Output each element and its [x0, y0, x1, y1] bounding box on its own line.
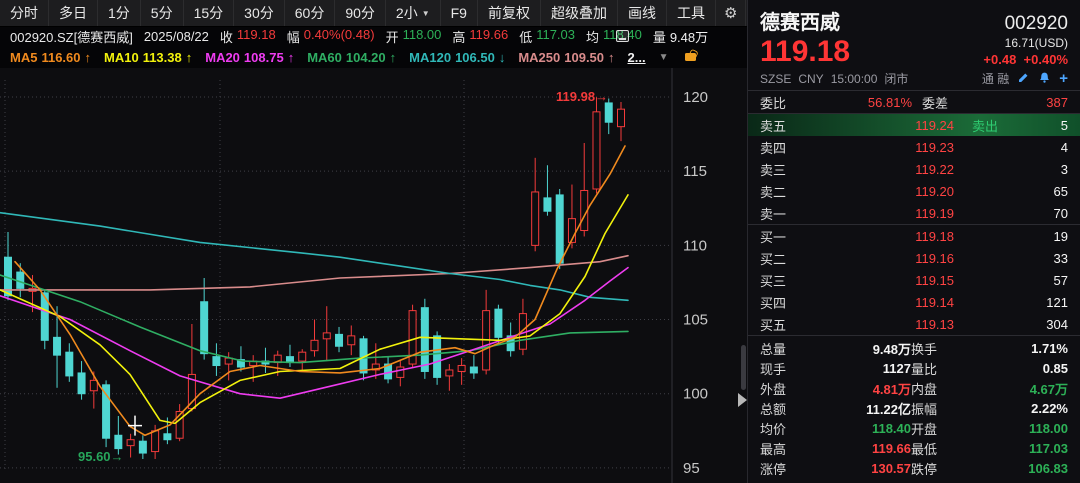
ma-indicator: MA120106.50↓ — [409, 50, 505, 65]
toolbar-button[interactable]: 画线 — [618, 0, 667, 26]
sell-flag: 卖出 — [954, 116, 1016, 135]
arrow-up-icon: ↑ — [288, 50, 295, 65]
toolbar-button[interactable]: 超级叠加 — [541, 0, 618, 26]
bid-row[interactable]: 买四119.14121 — [748, 291, 1080, 313]
ma-indicator: MA60104.20↑ — [307, 50, 396, 65]
bid-row[interactable]: 买三119.1557 — [748, 269, 1080, 291]
add-to-watchlist-button[interactable]: + — [1059, 73, 1068, 85]
period-tab[interactable]: 分时 — [0, 0, 49, 26]
weicha-value: 387 — [960, 95, 1068, 110]
stat-row: 最高119.66最低117.03 — [760, 439, 1068, 458]
chevron-down-icon[interactable]: ▼ — [659, 52, 669, 63]
chevron-down-icon: ▼ — [422, 9, 430, 18]
market-status: 闭市 — [884, 72, 908, 86]
svg-text:95: 95 — [683, 460, 700, 477]
svg-text:110: 110 — [683, 237, 707, 254]
arrow-up-icon: ↑ — [390, 50, 397, 65]
svg-text:115: 115 — [683, 163, 707, 180]
stat-row: 总额11.22亿振幅2.22% — [760, 399, 1068, 418]
quote-fields: 收119.18 幅0.40%(0.48) 开118.00 高119.66 低117.03… — [220, 27, 708, 46]
ask-row[interactable]: 卖二119.2065 — [748, 180, 1080, 202]
bid-levels: 买一119.1819买二119.1633买三119.1557买四119.1412… — [748, 225, 1080, 335]
arrow-up-icon: ↑ — [85, 50, 92, 65]
stock-name: 德赛西威 — [760, 6, 840, 35]
bid-row[interactable]: 买一119.1819 — [748, 225, 1080, 247]
toolbar-button[interactable]: 工具 — [667, 0, 716, 26]
svg-text:105: 105 — [683, 312, 708, 329]
market-meta: SZSECNY15:00:00闭市 — [760, 70, 915, 87]
toolbar-button[interactable]: F9 — [441, 0, 478, 26]
period-tab[interactable]: 15分 — [184, 0, 235, 26]
ma-indicator: MA20108.75↑ — [205, 50, 294, 65]
price-change: +0.48 +0.40% — [983, 52, 1068, 67]
stock-code: 002920 — [1005, 13, 1068, 35]
alert-bell-icon[interactable] — [1038, 71, 1051, 87]
arrow-up-icon: ↑ — [608, 50, 615, 65]
candlestick-chart[interactable]: 120 115 110 105 100 95 119.98→ 95.60→ — [0, 68, 747, 483]
usd-price: 16.71(USD) — [983, 36, 1068, 50]
stats-grid: 总量9.48万换手1.71%现手1127量比0.85外盘4.81万内盘4.67万… — [748, 335, 1080, 483]
order-imbalance-row: 委比 56.81% 委差 387 — [748, 90, 1080, 114]
tag-badges: 通 融 — [982, 70, 1009, 87]
panel-scrollbar[interactable] — [741, 345, 746, 390]
trading-app: 分时多日1分5分15分30分60分90分2小▼F9前复权超级叠加画线工具⚙?> … — [0, 0, 1080, 483]
stat-row: 现手1127量比0.85 — [760, 359, 1068, 378]
unlock-icon[interactable] — [685, 53, 696, 61]
stat-row: 涨停130.57跌停106.83 — [760, 459, 1068, 478]
mouse-cursor-icon — [616, 30, 629, 42]
stat-row: 总量9.48万换手1.71% — [760, 339, 1068, 358]
quote-field: 高119.66 — [452, 27, 508, 46]
quote-field: 收119.18 — [220, 27, 276, 46]
period-tab[interactable]: 1分 — [98, 0, 141, 26]
toolbar-button[interactable]: 前复权 — [478, 0, 541, 26]
arrow-up-icon: ↑ — [186, 50, 193, 65]
ma-indicator: MA10113.38↑ — [104, 50, 192, 65]
period-tab-dropdown[interactable]: 2小▼ — [386, 0, 441, 26]
ma-indicator: MA250109.50↑ — [518, 50, 614, 65]
ma-indicator: MA5116.60↑ — [10, 50, 91, 65]
period-toolbar: 分时多日1分5分15分30分60分90分2小▼F9前复权超级叠加画线工具⚙?> — [0, 0, 747, 27]
svg-text:100: 100 — [683, 386, 708, 403]
ma-indicator-row: MA5116.60↑ MA10113.38↑ MA20108.75↑ MA60104.… — [0, 46, 747, 68]
quote-header: 德赛西威 002920 119.18 16.71(USD) +0.48 +0.4… — [748, 0, 1080, 90]
quote-field: 均118.40 — [586, 27, 642, 46]
weibi-value: 56.81% — [804, 95, 912, 110]
price-annotation: 119.98→ — [556, 89, 608, 104]
stat-row: 外盘4.81万内盘4.67万 — [760, 379, 1068, 398]
last-price: 119.18 — [760, 37, 850, 67]
period-tab[interactable]: 多日 — [49, 0, 98, 26]
quote-field: 幅0.40%(0.48) — [287, 27, 375, 46]
ask-row[interactable]: 卖四119.234 — [748, 136, 1080, 158]
arrow-down-icon: ↓ — [499, 50, 506, 65]
period-tab[interactable]: 5分 — [141, 0, 184, 26]
quote-field: 低117.03 — [519, 27, 575, 46]
edit-icon[interactable] — [1017, 71, 1030, 87]
quote-info-row: 002920.SZ[德赛西威] 2025/08/22 收119.18 幅0.40%… — [0, 27, 747, 46]
symbol-label: 002920.SZ[德赛西威] — [10, 27, 133, 46]
period-tab[interactable]: 60分 — [285, 0, 336, 26]
bid-row[interactable]: 买二119.1633 — [748, 247, 1080, 269]
ask-levels: 卖五119.24卖出5卖四119.234卖三119.223卖二119.2065卖… — [748, 114, 1080, 224]
date-label: 2025/08/22 — [144, 29, 209, 44]
quote-field: 量9.48万 — [653, 27, 708, 46]
period-tab[interactable]: 30分 — [234, 0, 285, 26]
ask-row[interactable]: 卖一119.1970 — [748, 202, 1080, 224]
ask-row[interactable]: 卖五119.24卖出5 — [748, 114, 1080, 136]
ask-row[interactable]: 卖三119.223 — [748, 158, 1080, 180]
quote-field: 开118.00 — [386, 27, 442, 46]
chart-canvas[interactable]: 120 115 110 105 100 95 119.98→ 95.60→ — [0, 68, 747, 483]
stat-row: 均价118.40开盘118.00 — [760, 419, 1068, 438]
quote-panel: 德赛西威 002920 119.18 16.71(USD) +0.48 +0.4… — [747, 0, 1080, 483]
bid-row[interactable]: 买五119.13304 — [748, 313, 1080, 335]
gear-icon[interactable]: ⚙ — [716, 0, 746, 26]
ma-more-button[interactable]: 2... — [628, 50, 646, 65]
chart-pane: 分时多日1分5分15分30分60分90分2小▼F9前复权超级叠加画线工具⚙?> … — [0, 0, 747, 483]
svg-text:120: 120 — [683, 89, 708, 106]
period-tab[interactable]: 90分 — [335, 0, 386, 26]
price-annotation: 95.60→ — [78, 449, 124, 464]
